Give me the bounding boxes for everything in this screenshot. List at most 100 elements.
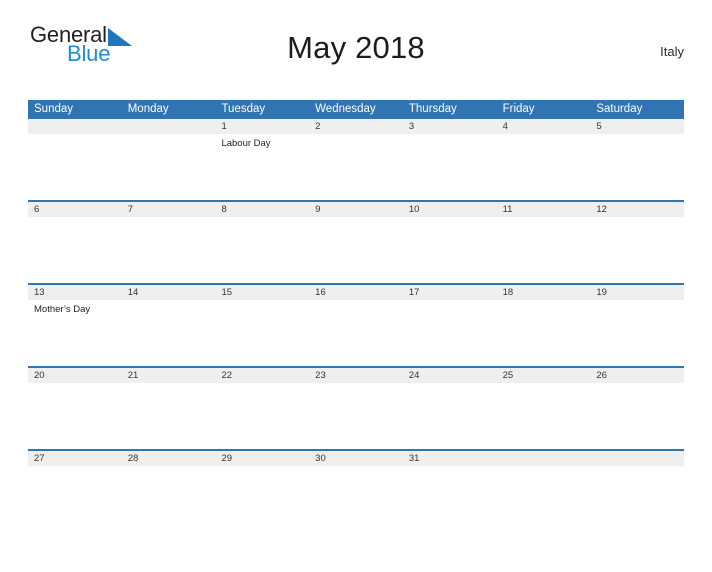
day-cell[interactable] xyxy=(403,466,497,532)
calendar-week-row: 13 14 15 16 17 18 19 Mother’s Day xyxy=(28,283,684,366)
date-number[interactable]: 15 xyxy=(215,285,309,300)
date-number[interactable]: 18 xyxy=(497,285,591,300)
date-number[interactable] xyxy=(122,119,216,134)
day-cell[interactable] xyxy=(309,217,403,283)
date-number[interactable]: 4 xyxy=(497,119,591,134)
week-date-band: 6 7 8 9 10 11 12 xyxy=(28,200,684,217)
day-cell[interactable] xyxy=(590,466,684,532)
weekday-monday: Monday xyxy=(127,103,169,115)
page-header: General Blue May 2018 Italy xyxy=(28,22,684,80)
date-number[interactable]: 14 xyxy=(122,285,216,300)
date-number[interactable]: 24 xyxy=(403,368,497,383)
date-number[interactable]: 17 xyxy=(403,285,497,300)
weekday-friday: Friday xyxy=(502,103,535,115)
date-number[interactable]: 25 xyxy=(497,368,591,383)
country-label: Italy xyxy=(660,44,684,59)
date-number[interactable]: 22 xyxy=(215,368,309,383)
day-cell[interactable] xyxy=(497,383,591,449)
date-number[interactable]: 11 xyxy=(497,202,591,217)
date-number[interactable]: 20 xyxy=(28,368,122,383)
calendar-week-row: 20 21 22 23 24 25 26 xyxy=(28,366,684,449)
weekday-header-row: Sunday Monday Tuesday Wednesday Thursday… xyxy=(28,100,684,119)
day-cell[interactable] xyxy=(403,217,497,283)
day-cell[interactable]: Labour Day xyxy=(215,134,309,200)
date-number[interactable]: 7 xyxy=(122,202,216,217)
date-number[interactable]: 26 xyxy=(590,368,684,383)
calendar-grid: Sunday Monday Tuesday Wednesday Thursday… xyxy=(28,100,684,532)
day-cell[interactable] xyxy=(497,300,591,366)
date-number[interactable]: 21 xyxy=(122,368,216,383)
day-cell[interactable] xyxy=(497,466,591,532)
date-number[interactable]: 10 xyxy=(403,202,497,217)
day-cell[interactable] xyxy=(28,466,122,532)
week-event-row xyxy=(28,466,684,532)
date-number[interactable]: 28 xyxy=(122,451,216,466)
day-cell[interactable] xyxy=(122,383,216,449)
week-date-band: 13 14 15 16 17 18 19 xyxy=(28,283,684,300)
day-cell[interactable] xyxy=(403,383,497,449)
day-cell[interactable] xyxy=(590,217,684,283)
date-number[interactable]: 2 xyxy=(309,119,403,134)
date-number[interactable]: 5 xyxy=(590,119,684,134)
date-number[interactable]: 29 xyxy=(215,451,309,466)
date-number[interactable]: 1 xyxy=(215,119,309,134)
day-cell[interactable] xyxy=(403,300,497,366)
week-event-row: Mother’s Day xyxy=(28,300,684,366)
day-cell[interactable] xyxy=(215,383,309,449)
date-number[interactable]: 6 xyxy=(28,202,122,217)
day-cell[interactable] xyxy=(590,383,684,449)
page-title: May 2018 xyxy=(287,30,425,65)
week-event-row xyxy=(28,383,684,449)
date-number[interactable]: 31 xyxy=(403,451,497,466)
week-event-row xyxy=(28,217,684,283)
calendar-week-row: 6 7 8 9 10 11 12 xyxy=(28,200,684,283)
day-cell[interactable] xyxy=(309,134,403,200)
day-cell[interactable] xyxy=(309,300,403,366)
week-date-band: 27 28 29 30 31 xyxy=(28,449,684,466)
weekday-tuesday: Tuesday xyxy=(221,103,266,115)
week-date-band: 20 21 22 23 24 25 26 xyxy=(28,366,684,383)
date-number[interactable]: 3 xyxy=(403,119,497,134)
day-cell[interactable] xyxy=(122,217,216,283)
day-cell[interactable] xyxy=(497,217,591,283)
calendar-page: General Blue May 2018 Italy Sunday Monda… xyxy=(0,22,712,572)
day-cell[interactable] xyxy=(28,383,122,449)
calendar-week-row: 1 2 3 4 5 Labour Day xyxy=(28,119,684,200)
date-number[interactable]: 12 xyxy=(590,202,684,217)
date-number[interactable]: 19 xyxy=(590,285,684,300)
day-cell[interactable] xyxy=(590,300,684,366)
day-cell[interactable] xyxy=(28,134,122,200)
day-cell[interactable] xyxy=(497,134,591,200)
weekday-sunday: Sunday xyxy=(34,103,74,115)
day-cell[interactable] xyxy=(122,134,216,200)
date-number[interactable]: 27 xyxy=(28,451,122,466)
week-event-row: Labour Day xyxy=(28,134,684,200)
day-cell[interactable] xyxy=(122,300,216,366)
date-number[interactable]: 9 xyxy=(309,202,403,217)
day-cell[interactable] xyxy=(590,134,684,200)
date-number[interactable] xyxy=(590,451,684,466)
day-cell[interactable] xyxy=(122,466,216,532)
date-number[interactable]: 30 xyxy=(309,451,403,466)
weekday-thursday: Thursday xyxy=(408,103,457,115)
day-cell[interactable] xyxy=(403,134,497,200)
event-label: Labour Day xyxy=(221,138,271,149)
calendar-week-row: 27 28 29 30 31 xyxy=(28,449,684,532)
date-number[interactable] xyxy=(497,451,591,466)
day-cell[interactable] xyxy=(215,300,309,366)
week-date-band: 1 2 3 4 5 xyxy=(28,119,684,134)
day-cell[interactable] xyxy=(309,466,403,532)
date-number[interactable]: 16 xyxy=(309,285,403,300)
day-cell[interactable] xyxy=(215,466,309,532)
day-cell[interactable] xyxy=(28,217,122,283)
date-number[interactable]: 13 xyxy=(28,285,122,300)
date-number[interactable] xyxy=(28,119,122,134)
weekday-wednesday: Wednesday xyxy=(315,103,376,115)
day-cell[interactable] xyxy=(309,383,403,449)
day-cell[interactable]: Mother’s Day xyxy=(28,300,122,366)
event-label: Mother’s Day xyxy=(34,304,91,315)
date-number[interactable]: 8 xyxy=(215,202,309,217)
weekday-saturday: Saturday xyxy=(596,103,643,115)
day-cell[interactable] xyxy=(215,217,309,283)
date-number[interactable]: 23 xyxy=(309,368,403,383)
